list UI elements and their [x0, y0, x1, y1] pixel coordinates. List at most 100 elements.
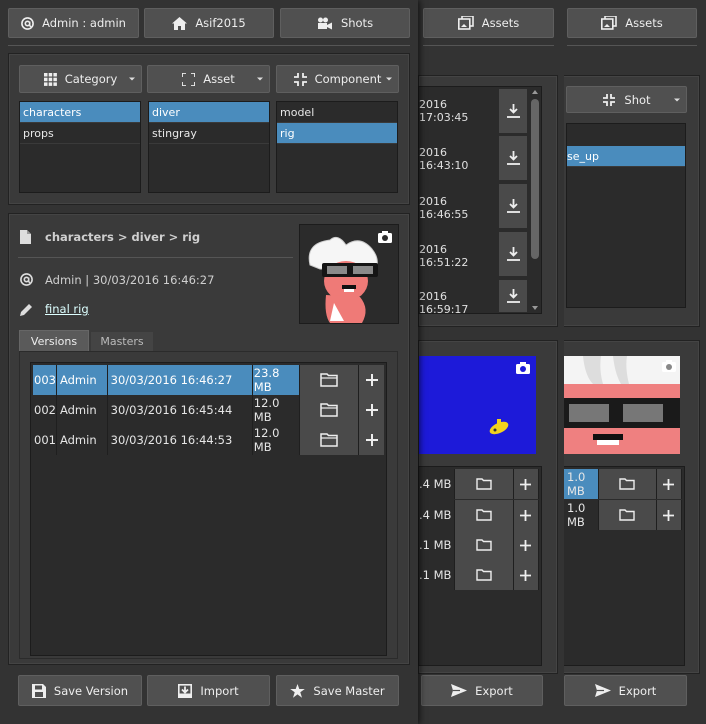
at-icon [20, 273, 33, 289]
folder-button[interactable] [455, 500, 514, 530]
save-version-button[interactable]: Save Version [18, 675, 142, 706]
add-button[interactable] [359, 365, 384, 395]
scrollbar[interactable] [529, 87, 541, 313]
table-row[interactable]: .4 MB [419, 469, 539, 499]
list-item[interactable]: rig [277, 123, 397, 144]
folder-button[interactable] [455, 560, 514, 590]
open-folder-button[interactable] [299, 365, 360, 395]
tab-masters[interactable]: Masters [90, 331, 154, 351]
list-item[interactable] [567, 124, 685, 146]
chevron-down-icon [386, 77, 392, 81]
download-button[interactable] [499, 89, 527, 133]
thumbnail[interactable] [299, 224, 399, 324]
plus-icon [365, 434, 378, 446]
download-button[interactable] [499, 184, 527, 228]
shots-tab-label: Shots [340, 16, 374, 30]
time-list[interactable]: 2016 17:03:45 2016 16:43:10 2016 16:46:5… [418, 86, 542, 316]
shots-tab-button[interactable]: Shots [280, 8, 410, 38]
shot-dropdown[interactable]: Shot [566, 86, 687, 113]
folder-button[interactable] [455, 530, 514, 560]
camera-icon[interactable] [378, 231, 392, 246]
comment-link[interactable]: final rig [45, 302, 89, 316]
asset-dropdown[interactable]: Asset [147, 65, 270, 93]
divider [8, 45, 410, 46]
table-row[interactable]: 1.0 MB [564, 500, 682, 530]
import-button[interactable]: Import [147, 675, 270, 706]
scrollbar-thumb[interactable] [531, 99, 539, 259]
folder-button[interactable] [598, 500, 657, 530]
send-icon [451, 684, 468, 697]
scroll-up-icon[interactable] [532, 90, 538, 94]
category-dropdown[interactable]: Category [19, 65, 142, 93]
save-master-button[interactable]: Save Master [276, 675, 399, 706]
table-row[interactable]: 002 Admin 30/03/2016 16:45:44 12.0 MB [33, 395, 384, 425]
open-folder-button[interactable] [299, 395, 360, 425]
chevron-down-icon [674, 98, 680, 101]
user-label: Admin : admin [42, 16, 126, 30]
folder-button[interactable] [598, 469, 657, 499]
time-cell: 2016 16:46:55 [419, 195, 469, 221]
list-item[interactable]: model [277, 102, 397, 123]
category-list[interactable]: characters props [19, 101, 141, 193]
list-item[interactable]: characters [20, 102, 140, 123]
project-label: Asif2015 [195, 16, 246, 30]
export-button-2[interactable]: Export [564, 675, 687, 706]
asset-list[interactable]: diver stingray [148, 101, 270, 193]
add-button[interactable] [513, 500, 539, 530]
tab-versions[interactable]: Versions [19, 330, 89, 351]
size-cell: .1 MB [419, 560, 456, 590]
assets-tab-button-2[interactable]: Assets [567, 8, 697, 38]
table-row[interactable]: 003 Admin 30/03/2016 16:46:27 23.8 MB [33, 365, 384, 395]
list-item[interactable]: se_up [567, 146, 685, 167]
import-icon [178, 683, 193, 698]
version-size: 12.0 MB [253, 425, 300, 455]
folder-button[interactable] [455, 469, 514, 499]
add-button[interactable] [656, 469, 682, 499]
list-item[interactable]: stingray [149, 123, 269, 144]
add-button[interactable] [359, 395, 384, 425]
import-label: Import [200, 683, 239, 698]
component-list[interactable]: model rig [276, 101, 398, 193]
plus-icon [520, 478, 532, 490]
versions-table[interactable]: 003 Admin 30/03/2016 16:46:27 23.8 MB 00… [30, 362, 387, 656]
camera-icon[interactable] [516, 362, 530, 377]
table-row[interactable]: .1 MB [419, 560, 539, 590]
download-button[interactable] [499, 136, 527, 180]
save-version-label: Save Version [53, 683, 129, 698]
add-button[interactable] [513, 530, 539, 560]
save-master-label: Save Master [313, 683, 385, 698]
version-user: Admin [57, 425, 108, 455]
table-row[interactable]: 001 Admin 30/03/2016 16:44:53 12.0 MB [33, 425, 384, 455]
table-row[interactable]: .4 MB [419, 500, 539, 530]
middle-versions-list[interactable]: .4 MB .4 MB .1 MB .1 MB [418, 466, 542, 666]
list-item[interactable]: props [20, 123, 140, 144]
download-icon [506, 289, 520, 303]
list-item[interactable]: diver [149, 102, 269, 123]
compress-icon [293, 72, 307, 86]
table-row[interactable]: 1.0 MB [564, 469, 682, 499]
user-button[interactable]: Admin : admin [8, 8, 139, 38]
download-icon [506, 247, 520, 261]
table-row[interactable]: .1 MB [419, 530, 539, 560]
open-folder-button[interactable] [299, 425, 360, 455]
camera-icon[interactable] [662, 360, 676, 375]
thumbnail-face [563, 356, 680, 454]
folder-icon [320, 403, 338, 417]
version-id: 002 [33, 395, 57, 425]
component-dropdown[interactable]: Component [276, 65, 399, 93]
size-cell: 1.0 MB [564, 469, 599, 499]
export-button-1[interactable]: Export [421, 675, 543, 706]
download-button[interactable] [499, 232, 527, 276]
time-cell: 2016 17:03:45 [419, 98, 469, 124]
add-button[interactable] [513, 469, 539, 499]
shot-list[interactable]: se_up [566, 123, 686, 308]
right-versions-list[interactable]: 1.0 MB 1.0 MB [563, 466, 685, 666]
add-button[interactable] [359, 425, 384, 455]
assets-tab-button-1[interactable]: Assets [423, 8, 554, 38]
add-button[interactable] [656, 500, 682, 530]
add-button[interactable] [513, 560, 539, 590]
scroll-down-icon[interactable] [532, 306, 538, 310]
download-button[interactable] [499, 280, 527, 312]
project-button[interactable]: Asif2015 [144, 8, 274, 38]
shot-dropdown-label: Shot [624, 92, 651, 107]
